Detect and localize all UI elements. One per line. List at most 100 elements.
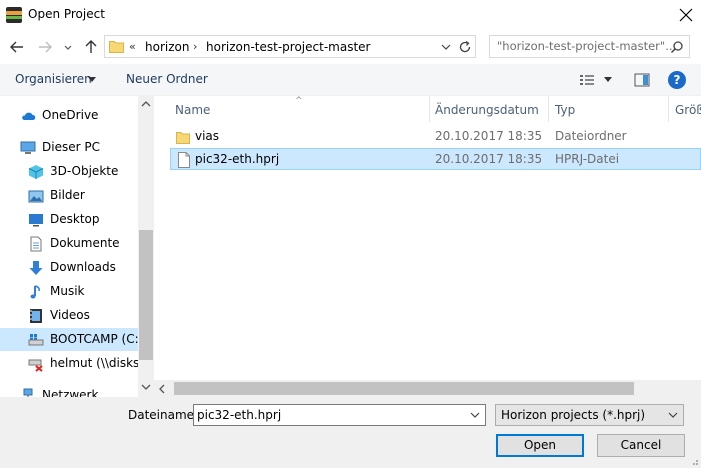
nav-item-label: 3D-Objekte [50,164,119,178]
column-header-date[interactable]: Änderungsdatum [435,96,539,122]
arrow-right-icon [39,41,52,53]
music-icon [30,285,40,299]
preview-pane-icon[interactable] [634,72,650,88]
file-scroll-thumb[interactable] [174,382,634,395]
new-folder-button[interactable]: Neuer Ordner [126,72,208,86]
up-button[interactable] [82,38,100,56]
file-name: pic32-eth.hprj [195,152,280,166]
nav-item-documents[interactable]: Dokumente [0,232,138,255]
column-header-name[interactable]: Name [175,96,210,122]
documents-icon [30,236,42,252]
title-bar: Open Project [0,0,701,30]
column-header-type[interactable]: Typ [555,96,575,122]
column-separator[interactable] [429,96,430,122]
cancel-button[interactable]: Cancel [597,434,685,457]
nav-item-label: Videos [50,308,90,322]
nav-item-this-pc[interactable]: Dieser PC [0,136,138,159]
arrow-up-icon [85,40,97,53]
window-title: Open Project [28,7,105,21]
filename-value: pic32-eth.hprj [197,408,282,422]
table-row[interactable]: vias 20.10.2017 18:35 Dateiordner [170,126,701,148]
chevron-down-icon[interactable] [470,410,480,420]
refresh-icon[interactable] [457,39,473,55]
address-bar[interactable]: « horizon › horizon-test-project-master [104,35,476,58]
address-separator: › [193,40,198,53]
address-overflow[interactable]: « [129,40,136,53]
organize-button[interactable]: Organisieren [15,72,92,86]
nav-item-label: Bilder [50,188,85,202]
table-row[interactable]: pic32-eth.hprj 20.10.2017 18:35 HPRJ-Dat… [170,148,701,170]
command-bar: Organisieren Neuer Ordner ? [0,64,701,96]
search-icon[interactable] [670,40,684,54]
nav-item-label: Downloads [50,260,116,274]
view-options-icon[interactable] [579,72,595,88]
dialog-footer: Dateiname: pic32-eth.hprj Horizon projec… [0,397,701,468]
file-type-value: Horizon projects (*.hprj) [501,408,646,422]
back-button[interactable] [8,38,26,56]
chevron-down-icon [64,45,72,50]
folder-icon [176,132,190,144]
nav-item-label: Dieser PC [42,140,100,154]
network-icon [23,388,33,397]
nav-pane-scrollbar[interactable] [138,96,154,397]
cube-icon [28,165,44,179]
address-segment-horizon[interactable]: horizon [145,40,189,54]
file-name: vias [195,129,220,143]
nav-item-downloads[interactable]: Downloads [0,256,138,279]
nav-item-onedrive[interactable]: OneDrive [0,104,138,127]
help-icon[interactable]: ? [668,71,686,89]
scroll-up-icon[interactable] [141,100,151,108]
computer-icon [20,141,36,154]
file-icon [178,152,190,168]
file-type: HPRJ-Datei [555,152,620,166]
resize-grip-icon[interactable] [689,456,699,466]
address-dropdown-icon[interactable] [439,40,453,54]
view-dropdown-icon[interactable] [604,77,612,82]
sort-ascending-icon: ^ [295,96,303,106]
pictures-icon [28,190,44,203]
forward-button[interactable] [36,38,54,56]
chevron-down-icon [668,412,678,418]
video-icon [30,309,42,323]
drive-icon [28,334,44,346]
scroll-down-icon[interactable] [141,383,151,391]
nav-item-desktop[interactable]: Desktop [0,208,138,231]
filename-input[interactable]: pic32-eth.hprj [193,404,486,426]
nav-item-label: Desktop [50,212,100,226]
cloud-icon [22,112,36,120]
close-button[interactable] [671,0,701,30]
app-icon [6,7,22,23]
navigation-row: « horizon › horizon-test-project-master … [0,30,701,64]
network-drive-icon [28,359,43,372]
nav-item-network[interactable]: Netzwerk [0,384,138,397]
file-date: 20.10.2017 18:35 [435,129,543,143]
nav-item-videos[interactable]: Videos [0,304,138,327]
nav-item-3d-objects[interactable]: 3D-Objekte [0,160,138,183]
nav-item-label: Musik [50,284,85,298]
organize-dropdown-icon[interactable] [88,77,96,82]
recent-locations-button[interactable] [62,38,74,56]
file-date: 20.10.2017 18:35 [435,152,543,166]
nav-item-network-drive[interactable]: helmut (\\diskst [0,352,144,375]
folder-icon [109,41,124,53]
arrow-left-icon [10,41,23,53]
file-list-scrollbar[interactable] [154,380,701,397]
nav-item-label: BOOTCAMP (C:) [50,332,144,346]
address-segment-project[interactable]: horizon-test-project-master [206,40,370,54]
file-type-select[interactable]: Horizon projects (*.hprj) [495,404,684,426]
column-header-size[interactable]: Größ [675,96,701,122]
navigation-pane: OneDrive Dieser PC 3D-Objekte Bilder Des… [0,96,154,397]
nav-scroll-thumb[interactable] [139,230,153,360]
nav-item-pictures[interactable]: Bilder [0,184,138,207]
search-input[interactable]: "horizon-test-project-master"... [489,35,690,58]
filename-label: Dateiname: [128,408,199,422]
open-button[interactable]: Open [496,434,584,457]
desktop-icon [29,214,43,227]
nav-item-music[interactable]: Musik [0,280,138,303]
nav-item-bootcamp[interactable]: BOOTCAMP (C:) [0,328,143,351]
file-type: Dateiordner [555,129,627,143]
column-separator[interactable] [548,96,549,122]
search-placeholder: "horizon-test-project-master"... [497,39,677,53]
column-separator[interactable] [668,96,669,122]
scroll-left-icon[interactable] [158,384,166,394]
